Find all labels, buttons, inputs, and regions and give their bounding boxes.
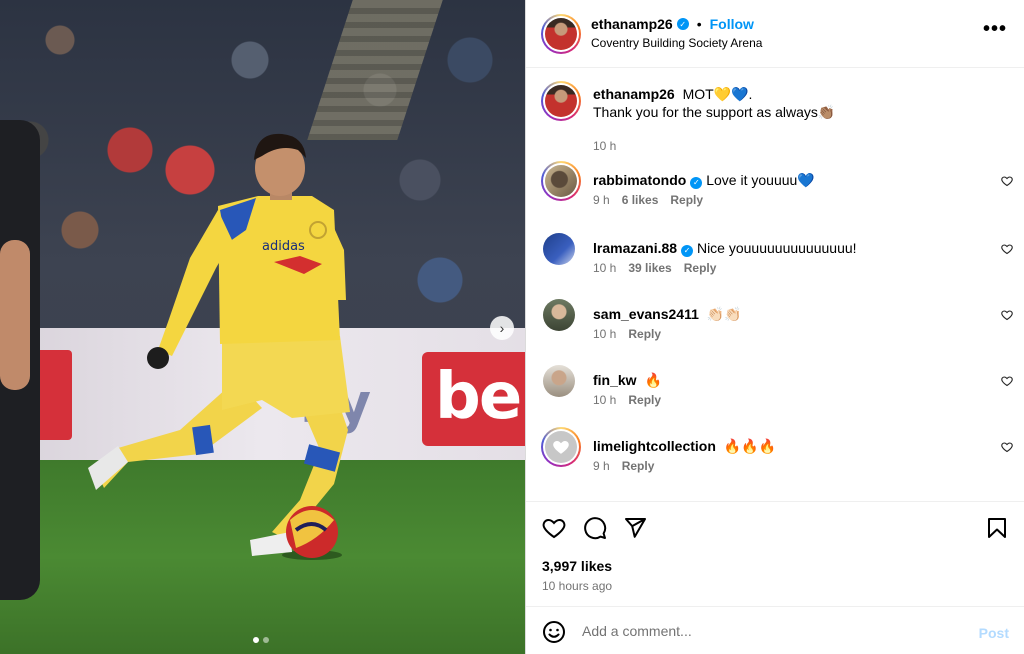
location-link[interactable]: Coventry Building Society Arena	[591, 36, 762, 50]
comment-username[interactable]: lramazani.88	[593, 240, 677, 256]
carousel-dots	[253, 637, 269, 643]
heart-icon[interactable]	[542, 516, 568, 542]
comments-list[interactable]: ethanamp26 MOT💛💙. Thank you for the supp…	[526, 69, 1024, 501]
comment-icon[interactable]	[583, 516, 609, 542]
next-arrow-icon[interactable]: ›	[490, 316, 514, 340]
comment-item: rabbimatondo ✓ Love it youuuu💙 9 h 6 like…	[526, 161, 1024, 215]
avatar[interactable]	[541, 14, 581, 54]
comment-time: 10 h	[593, 393, 617, 407]
comment-heart-icon[interactable]	[1001, 243, 1013, 255]
comment-time: 9 h	[593, 459, 610, 473]
comment-text: Love it youuuu💙	[706, 172, 815, 188]
comment-heart-icon[interactable]	[1001, 441, 1013, 453]
reply-button[interactable]: Reply	[684, 261, 717, 275]
caption-text-line-2: Thank you for the support as always👏🏽	[593, 104, 836, 120]
comment-item: fin_kw 🔥 10 h Reply	[526, 361, 1024, 415]
sponsor-logo: adidas	[262, 239, 305, 254]
verified-icon: ✓	[676, 18, 689, 30]
emoji-icon[interactable]	[542, 620, 566, 644]
post-header: ethanamp26 ✓ • Follow Coventry Building …	[526, 0, 1024, 68]
comment-username[interactable]: limelightcollection	[593, 438, 716, 454]
carousel-dot-1	[253, 637, 259, 643]
comment-text: 🔥🔥🔥	[723, 438, 777, 454]
comment-avatar[interactable]	[541, 427, 581, 467]
reply-button[interactable]: Reply	[628, 393, 661, 407]
caption-time: 10 h	[593, 139, 617, 153]
comment-item: lramazani.88 ✓ Nice youuuuuuuuuuuuuu! 10 …	[526, 229, 1024, 283]
follow-button[interactable]: Follow	[710, 16, 754, 32]
comment-heart-icon[interactable]	[1001, 375, 1013, 387]
comment-avatar[interactable]	[543, 365, 575, 397]
post-media[interactable]: ky be adidas ›	[0, 0, 525, 654]
more-icon[interactable]: •••	[983, 18, 1007, 41]
comment-likes[interactable]: 39 likes	[628, 261, 671, 275]
verified-icon: ✓	[681, 245, 694, 257]
caption: ethanamp26 MOT💛💙. Thank you for the supp…	[526, 81, 1024, 153]
reply-button[interactable]: Reply	[628, 327, 661, 341]
comment-time: 9 h	[593, 193, 610, 207]
comment-time: 10 h	[593, 261, 617, 275]
comment-item: sam_evans2411 👏🏻👏🏻 10 h Reply	[526, 295, 1024, 349]
verified-icon: ✓	[690, 177, 703, 189]
comment-likes[interactable]: 6 likes	[622, 193, 659, 207]
add-comment-bar: Post	[526, 606, 1024, 654]
header-username[interactable]: ethanamp26	[591, 16, 673, 32]
comment-text: Nice youuuuuuuuuuuuuu!	[696, 240, 857, 256]
comment-avatar[interactable]	[541, 161, 581, 201]
reply-button[interactable]: Reply	[670, 193, 703, 207]
player-figure: adidas	[88, 133, 350, 560]
carousel-dot-2	[263, 637, 269, 643]
bookmark-icon[interactable]	[985, 516, 1011, 542]
comment-input[interactable]	[582, 619, 962, 643]
comment-time: 10 h	[593, 327, 617, 341]
comment-heart-icon[interactable]	[1001, 309, 1013, 321]
comment-item: limelightcollection 🔥🔥🔥 9 h Reply	[526, 427, 1024, 481]
caption-avatar[interactable]	[541, 81, 581, 121]
likes-count[interactable]: 3,997 likes	[542, 558, 612, 574]
comment-username[interactable]: fin_kw	[593, 372, 637, 388]
caption-username[interactable]: ethanamp26	[593, 86, 675, 102]
post-details-panel: ethanamp26 ✓ • Follow Coventry Building …	[525, 0, 1024, 654]
comment-username[interactable]: rabbimatondo	[593, 172, 686, 188]
action-bar: 3,997 likes 10 hours ago	[526, 501, 1024, 606]
comment-text: 👏🏻👏🏻	[706, 306, 742, 322]
share-icon[interactable]	[623, 516, 649, 542]
comment-avatar[interactable]	[543, 299, 575, 331]
post-timestamp[interactable]: 10 hours ago	[542, 579, 612, 593]
reply-button[interactable]: Reply	[622, 459, 655, 473]
caption-text: MOT💛💙.	[682, 86, 753, 102]
comment-heart-icon[interactable]	[1001, 175, 1013, 187]
comment-username[interactable]: sam_evans2411	[593, 306, 699, 322]
separator: •	[696, 16, 702, 32]
post-button[interactable]: Post	[979, 625, 1009, 641]
comment-avatar[interactable]	[543, 233, 575, 265]
comment-text: 🔥	[644, 372, 662, 388]
